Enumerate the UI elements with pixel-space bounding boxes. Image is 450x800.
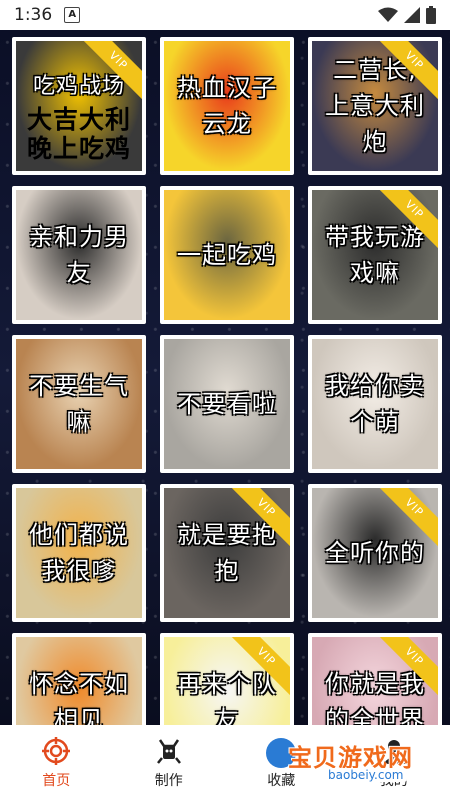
status-bar: 1:36 A	[0, 0, 450, 30]
sticker-card[interactable]: 二营长, 上意大利 炮 VIP	[308, 37, 442, 175]
sticker-card[interactable]: 你就是我 的全世界 VIP	[308, 633, 442, 725]
tab-home[interactable]: 首页	[0, 725, 113, 800]
status-time: 1:36	[14, 5, 53, 25]
sticker-card[interactable]: 不要生气 嘛	[12, 335, 146, 473]
sticker-caption: 他们都说 我很嗲	[29, 521, 129, 585]
sticker-caption: 不要看啦	[177, 390, 277, 418]
sticker-card[interactable]: 热血汉子 云龙	[160, 37, 294, 175]
sticker-caption: 一起吃鸡	[177, 241, 277, 269]
site-watermark: 宝贝游戏网 baobeiy.com	[266, 736, 447, 786]
sticker-caption: 亲和力男 友	[29, 223, 129, 287]
tab-make-label: 制作	[154, 772, 183, 789]
sticker-grid: 吃鸡战场 大吉大利 晚上吃鸡 VIP 热血汉子 云龙 二营长, 上意大利 炮 VIP 亲和力…	[12, 37, 442, 725]
sticker-caption: 全听你的	[325, 539, 425, 567]
sticker-card[interactable]: 再来个队 友 VIP	[160, 633, 294, 725]
sticker-card[interactable]: 就是要抱 抱 VIP	[160, 484, 294, 622]
sticker-card[interactable]: 带我玩游 戏嘛 VIP	[308, 186, 442, 324]
sticker-caption-sub: 大吉大利 晚上吃鸡	[26, 105, 131, 163]
tab-make[interactable]: 制作	[113, 725, 226, 800]
wifi-icon	[378, 7, 398, 22]
home-target-icon	[42, 736, 71, 765]
sticker-caption: 怀念不如 相见	[29, 670, 129, 725]
sticker-card[interactable]: 不要看啦	[160, 335, 294, 473]
notification-a-icon: A	[64, 7, 81, 23]
sticker-card[interactable]: 全听你的 VIP	[308, 484, 442, 622]
sticker-card[interactable]: 一起吃鸡	[160, 186, 294, 324]
sticker-caption: 不要生气 嘛	[29, 372, 129, 436]
sticker-card[interactable]: 我给你卖 个萌	[308, 335, 442, 473]
sticker-card[interactable]: 吃鸡战场 大吉大利 晚上吃鸡 VIP	[12, 37, 146, 175]
signal-icon	[404, 7, 420, 23]
battery-icon	[426, 6, 436, 24]
watermark-url: baobeiy.com	[324, 768, 408, 782]
sticker-caption: 我给你卖 个萌	[325, 372, 425, 436]
sticker-card[interactable]: 怀念不如 相见	[12, 633, 146, 725]
sticker-caption: 热血汉子 云龙	[177, 74, 277, 138]
sticker-card[interactable]: 亲和力男 友	[12, 186, 146, 324]
make-icon	[156, 738, 181, 764]
sticker-card[interactable]: 他们都说 我很嗲	[12, 484, 146, 622]
tab-home-label: 首页	[42, 772, 71, 789]
sticker-feed[interactable]: 吃鸡战场 大吉大利 晚上吃鸡 VIP 热血汉子 云龙 二营长, 上意大利 炮 VIP 亲和力…	[0, 30, 450, 725]
